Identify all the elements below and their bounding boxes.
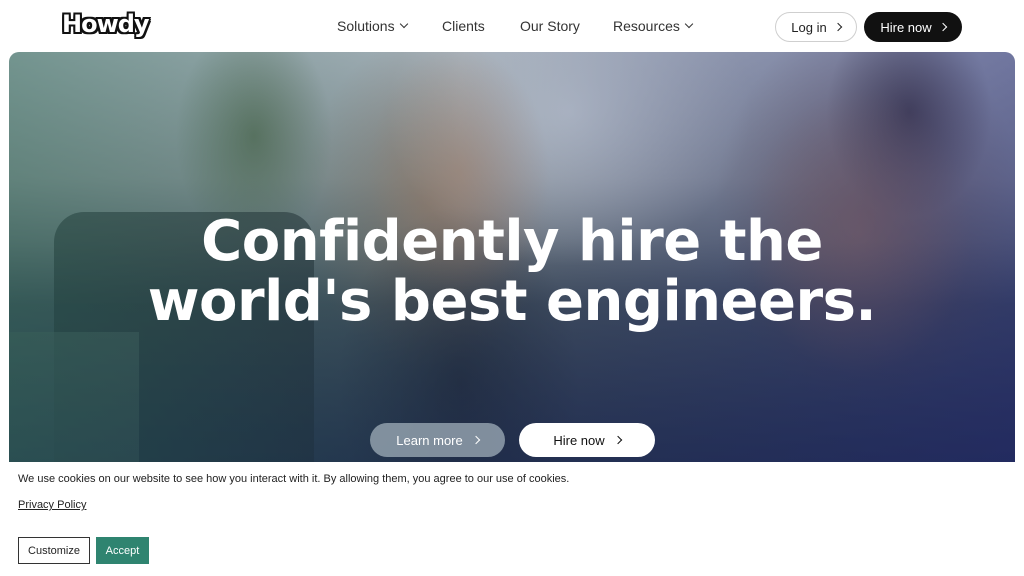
learn-more-button[interactable]: Learn more <box>370 423 505 457</box>
customize-button[interactable]: Customize <box>18 537 90 564</box>
hero-title: Confidently hire the world's best engine… <box>0 212 1024 332</box>
nav-clients-label: Clients <box>442 18 485 34</box>
chevron-down-icon <box>684 19 694 29</box>
nav-our-story[interactable]: Our Story <box>520 18 580 34</box>
login-button[interactable]: Log in <box>775 12 857 42</box>
accept-button[interactable]: Accept <box>96 537 149 564</box>
howdy-logo[interactable]: Howdy <box>62 10 150 38</box>
login-label: Log in <box>791 19 827 35</box>
hire-now-header-label: Hire now <box>880 19 932 35</box>
cookie-message: We use cookies on our website to see how… <box>18 473 570 485</box>
learn-more-label: Learn more <box>396 432 463 448</box>
nav-solutions-label: Solutions <box>337 18 395 34</box>
chevron-right-icon <box>471 435 480 445</box>
nav-clients[interactable]: Clients <box>442 18 485 34</box>
chevron-right-icon <box>833 22 842 32</box>
hire-now-hero-label: Hire now <box>553 432 605 448</box>
hire-now-hero-button[interactable]: Hire now <box>519 423 655 457</box>
chevron-right-icon <box>613 435 622 445</box>
chevron-down-icon <box>399 19 408 29</box>
nav-resources-label: Resources <box>613 18 680 34</box>
nav-resources[interactable]: Resources <box>613 18 694 34</box>
chevron-right-icon <box>938 22 947 32</box>
hero-title-line2: world's best engineers. <box>147 269 877 334</box>
site-header: Howdy Solutions Clients Our Story Resour… <box>0 0 1024 52</box>
hire-now-header-button[interactable]: Hire now <box>864 12 962 42</box>
nav-our-story-label: Our Story <box>520 18 580 34</box>
hero-title-line1: Confidently hire the <box>201 209 823 274</box>
privacy-policy-link[interactable]: Privacy Policy <box>18 499 86 511</box>
cookie-banner: We use cookies on our website to see how… <box>0 462 1024 576</box>
nav-solutions[interactable]: Solutions <box>337 18 408 34</box>
